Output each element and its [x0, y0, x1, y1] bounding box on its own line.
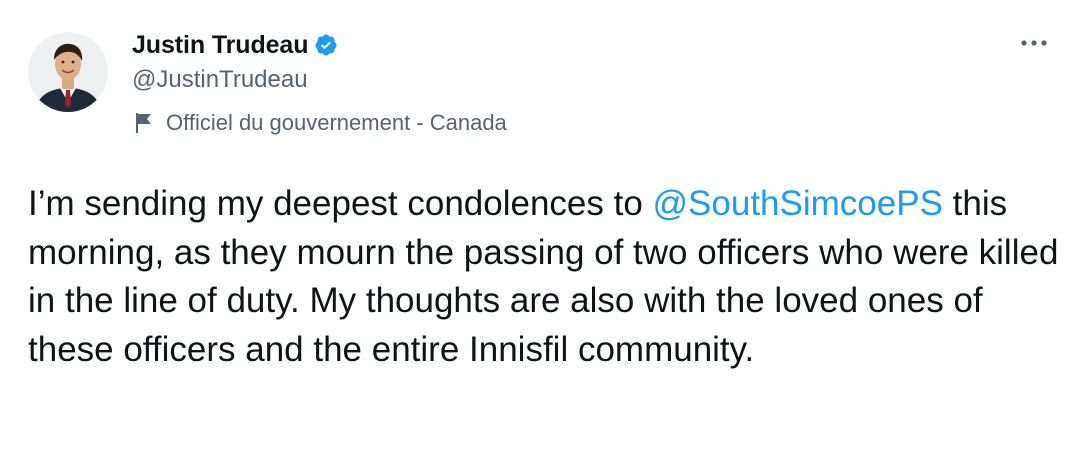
- avatar[interactable]: [28, 32, 108, 112]
- flag-icon: [134, 112, 154, 134]
- more-options-icon: [1021, 40, 1047, 46]
- mention-link[interactable]: @SouthSimcoePS: [653, 184, 943, 223]
- tweet-text: I’m sending my deepest condolences to @S…: [28, 180, 1063, 374]
- avatar-image: [28, 32, 108, 112]
- government-label: Officiel du gouvernement - Canada: [134, 110, 507, 136]
- author-handle[interactable]: @JustinTrudeau: [132, 66, 308, 94]
- more-options-button[interactable]: [1014, 28, 1054, 58]
- tweet-card: Justin Trudeau @JustinTrudeau Officiel d…: [0, 0, 1080, 450]
- author-display-name[interactable]: Justin Trudeau: [132, 31, 309, 60]
- verified-badge-icon: [314, 33, 338, 57]
- tweet-text-before-mention: I’m sending my deepest condolences to: [28, 184, 653, 223]
- government-label-text: Officiel du gouvernement - Canada: [166, 110, 507, 135]
- author-name-row[interactable]: Justin Trudeau: [132, 28, 338, 62]
